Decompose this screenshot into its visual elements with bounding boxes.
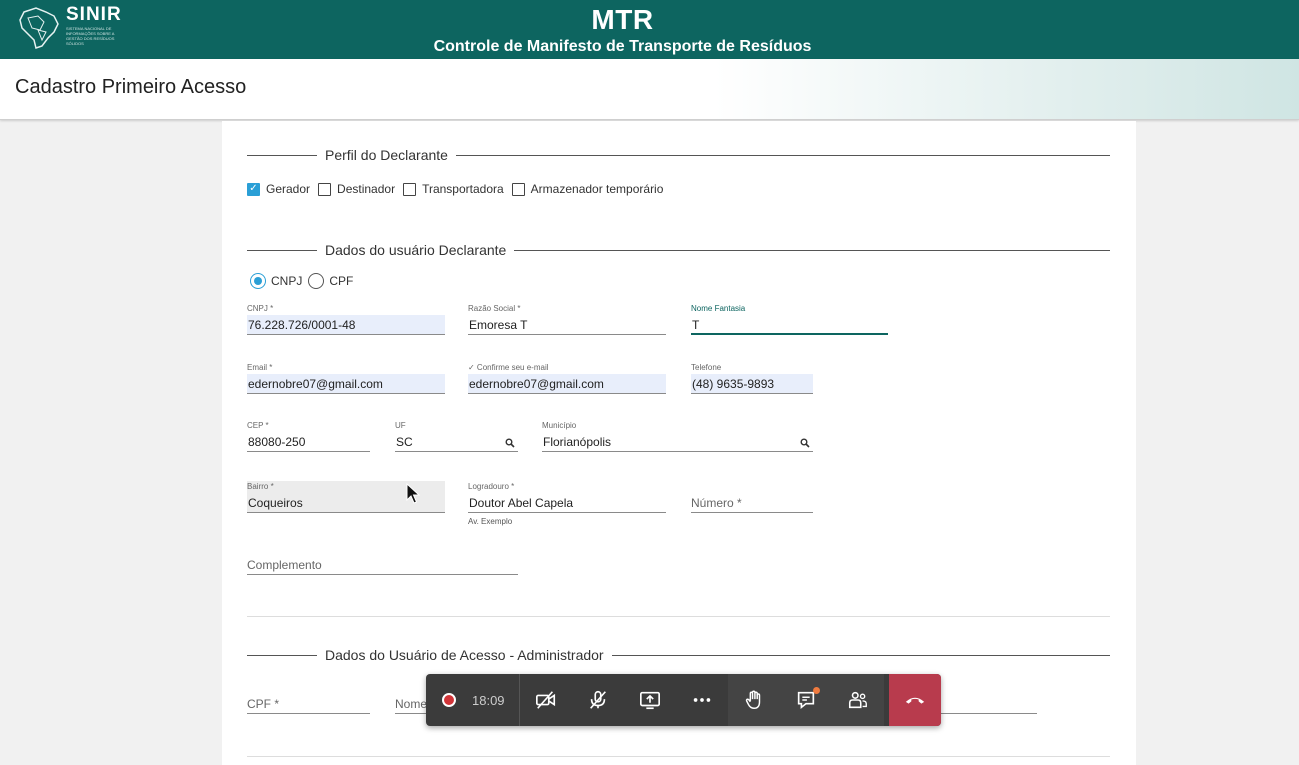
meeting-call-bar: 18:09 <box>426 674 941 726</box>
checkbox-empty-icon <box>511 182 525 196</box>
checkbox-empty-icon <box>403 182 417 196</box>
complemento-input[interactable]: Complemento <box>247 555 518 575</box>
admin-cpf-field[interactable]: CPF * <box>247 694 370 714</box>
complemento-field[interactable]: Complemento <box>247 555 518 575</box>
logradouro-input[interactable]: Doutor Abel Capela <box>468 493 666 513</box>
participants-icon <box>848 691 867 709</box>
radio-cnpj[interactable]: CNPJ <box>250 273 302 289</box>
raise-hand-icon <box>745 690 760 709</box>
app-title: MTR <box>591 4 654 35</box>
cep-field[interactable]: CEP * 88080-250 <box>247 420 370 452</box>
razao-social-input[interactable]: Emoresa T <box>468 315 666 335</box>
search-icon[interactable] <box>505 438 515 448</box>
app-subtitle: Controle de Manifesto de Transporte de R… <box>433 38 812 55</box>
numero-field[interactable]: Número * <box>691 493 813 513</box>
checkbox-label: Destinador <box>337 182 396 196</box>
email-input[interactable]: edernobre07@gmail.com <box>247 374 445 394</box>
radio-selected-icon <box>250 273 266 289</box>
checkbox-label: Armazenador temporário <box>530 182 664 196</box>
uf-field[interactable]: UF SC <box>395 420 518 452</box>
checkbox-label: Gerador <box>266 182 311 196</box>
call-timer: 18:09 <box>472 692 505 708</box>
recording-indicator[interactable]: 18:09 <box>426 674 520 726</box>
cnpj-field[interactable]: CNPJ * 76.228.726/0001-48 <box>247 303 445 335</box>
numero-input[interactable]: Número * <box>691 493 813 513</box>
section-admin-header: Dados do Usuário de Acesso - Administrad… <box>247 645 1110 665</box>
checkbox-destinador[interactable]: Destinador <box>318 182 395 196</box>
radio-cpf[interactable]: CPF <box>308 273 353 289</box>
field-label: UF <box>395 421 406 430</box>
mute-button[interactable] <box>572 674 624 726</box>
participants-button[interactable] <box>831 674 884 726</box>
telefone-input[interactable]: (48) 9635-9893 <box>691 374 813 394</box>
cep-input[interactable]: 88080-250 <box>247 432 370 452</box>
field-label: Email * <box>247 363 273 372</box>
chat-button[interactable] <box>779 674 832 726</box>
section-divider <box>247 616 1110 617</box>
logradouro-field[interactable]: Logradouro * Doutor Abel Capela Av. Exem… <box>468 481 666 526</box>
mouse-cursor-icon <box>406 483 420 504</box>
page-title: Cadastro Primeiro Acesso <box>15 76 247 98</box>
field-label: Logradouro * <box>468 482 515 491</box>
section-perfil-title: Perfil do Declarante <box>325 147 448 163</box>
more-horizontal-icon <box>693 698 710 702</box>
nome-fantasia-input[interactable]: T <box>691 315 888 335</box>
share-screen-icon <box>639 691 660 710</box>
field-label: Nome Fantasia <box>691 304 746 313</box>
confirm-email-input[interactable]: edernobre07@gmail.com <box>468 374 666 394</box>
more-options-button[interactable] <box>676 674 728 726</box>
checkbox-gerador[interactable]: ✓ Gerador <box>247 182 310 196</box>
hang-up-icon <box>905 697 925 704</box>
checkbox-label: Transportadora <box>422 182 504 196</box>
record-icon <box>442 693 456 707</box>
radio-label: CNPJ <box>271 274 303 288</box>
checkbox-empty-icon <box>318 182 332 196</box>
camera-off-icon <box>535 691 555 709</box>
perfil-checkboxes: ✓ Gerador Destinador Transportadora Arma… <box>247 182 671 196</box>
search-icon[interactable] <box>800 438 810 448</box>
section-perfil-header: Perfil do Declarante <box>247 145 1110 165</box>
field-label: Telefone <box>691 363 722 372</box>
field-label: Razão Social * <box>468 304 521 313</box>
municipio-input[interactable]: Florianópolis <box>542 432 813 452</box>
notification-dot <box>812 687 820 694</box>
hang-up-button[interactable] <box>889 674 941 726</box>
section-declarante-header: Dados do usuário Declarante <box>247 240 1110 260</box>
doc-type-radios: CNPJ CPF <box>250 273 359 289</box>
section-divider <box>247 756 1110 757</box>
municipio-field[interactable]: Município Florianópolis <box>542 420 813 452</box>
email-field[interactable]: Email * edernobre07@gmail.com <box>247 362 445 394</box>
checkbox-checked-icon: ✓ <box>247 182 260 196</box>
confirm-email-field[interactable]: ✓ Confirme seu e-mail edernobre07@gmail.… <box>468 362 666 394</box>
microphone-off-icon <box>589 690 606 709</box>
field-label: Município <box>542 421 577 430</box>
uf-input[interactable]: SC <box>395 432 518 452</box>
checkbox-armazenador[interactable]: Armazenador temporário <box>511 182 664 196</box>
razao-social-field[interactable]: Razão Social * Emoresa T <box>468 303 666 335</box>
field-label: ✓ Confirme seu e-mail <box>468 363 549 372</box>
raise-hand-button[interactable] <box>727 674 780 726</box>
share-screen-button[interactable] <box>624 674 676 726</box>
field-label: CEP * <box>247 421 269 430</box>
field-label: CNPJ * <box>247 304 274 313</box>
section-admin-title: Dados do Usuário de Acesso - Administrad… <box>325 647 604 663</box>
cnpj-input[interactable]: 76.228.726/0001-48 <box>247 315 445 335</box>
logradouro-hint: Av. Exemplo <box>468 517 513 526</box>
radio-label: CPF <box>329 274 354 288</box>
admin-cpf-input[interactable]: CPF * <box>247 694 370 714</box>
app-header: SINIR SISTEMA NACIONAL DE INFORMAÇÕES SO… <box>0 0 1299 59</box>
camera-off-button[interactable] <box>520 674 572 726</box>
radio-empty-icon <box>308 273 325 289</box>
section-declarante-title: Dados do usuário Declarante <box>325 242 507 258</box>
checkbox-transportadora[interactable]: Transportadora <box>403 182 504 196</box>
page-title-bar: Cadastro Primeiro Acesso <box>0 59 1299 120</box>
nome-fantasia-field[interactable]: Nome Fantasia T <box>691 303 888 335</box>
telefone-field[interactable]: Telefone (48) 9635-9893 <box>691 362 813 394</box>
